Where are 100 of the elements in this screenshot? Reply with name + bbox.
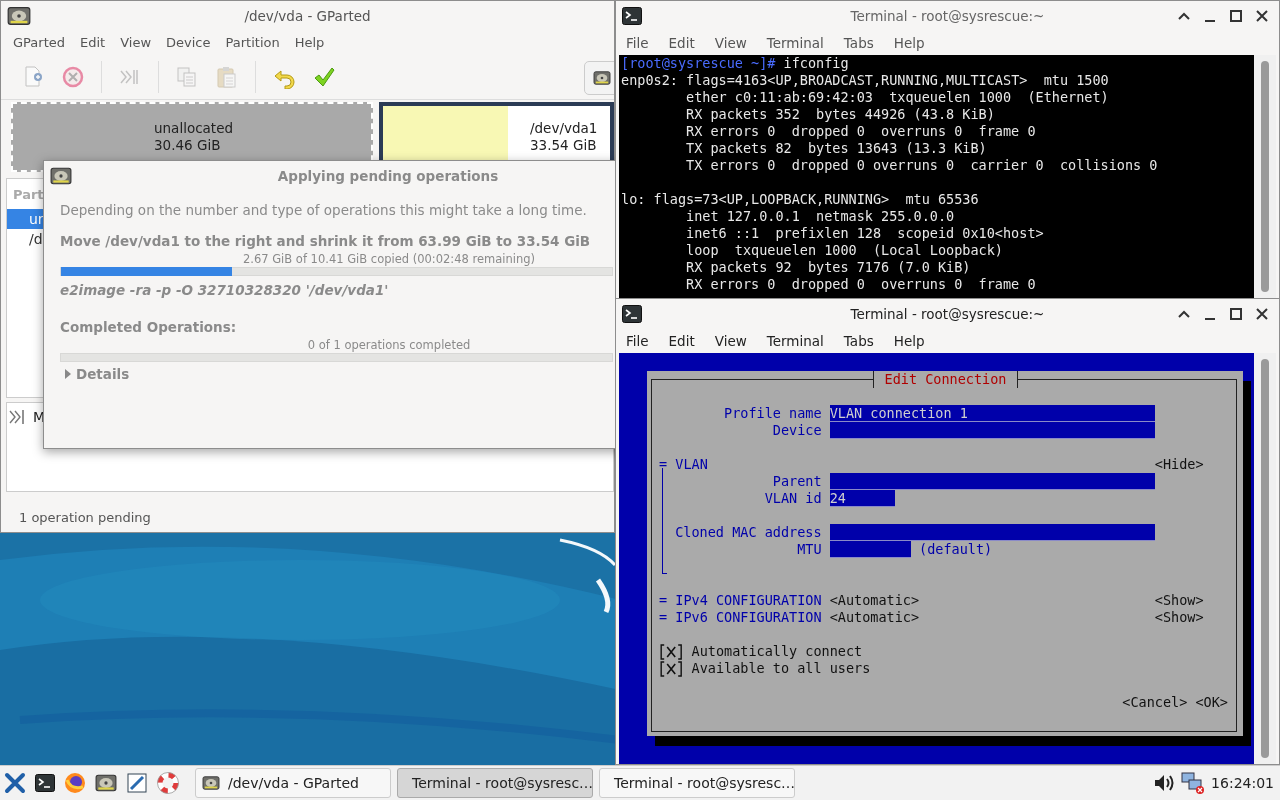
taskbar-button[interactable]: Terminal - root@sysresc… [599, 768, 795, 798]
terminal-line: ether c0:11:ab:69:42:03 txqueuelen 1000 (Ethernet) [686, 89, 1109, 105]
menu-item[interactable]: File [626, 333, 649, 349]
text-editor-icon[interactable] [126, 772, 148, 794]
window-title: Terminal - root@sysrescue:~ [850, 306, 1045, 322]
menu-item[interactable]: View [714, 35, 747, 51]
progress-text: 2.67 GiB of 10.41 GiB copied (00:02:48 remaining) [242, 252, 536, 266]
section-label: VLAN [675, 456, 709, 473]
app-icon [50, 166, 72, 186]
lifebuoy-icon[interactable] [157, 772, 179, 794]
block-size: 33.54 GiB [530, 137, 598, 154]
terminal-line: lo: flags=73<UP,LOOPBACK,RUNNING> mtu 65536 [621, 191, 979, 207]
menu-item[interactable]: Help [893, 333, 925, 349]
app-menu-icon[interactable] [4, 772, 26, 794]
command-text: e2image -ra -p -O 32710328320 '/dev/vda1' [60, 282, 389, 298]
terminal-line: RX errors 0 dropped 0 overruns 0 frame 0 [686, 276, 1036, 292]
taskbar-button[interactable]: /dev/vda - GParted [195, 768, 391, 798]
menu-item[interactable]: Edit [668, 35, 695, 51]
terminal-line: inet 127.0.0.1 netmask 255.0.0.0 [686, 208, 955, 224]
field-label: Profile name [723, 405, 822, 422]
menu-item[interactable]: Edit [80, 34, 106, 50]
text-field[interactable]: 24 [829, 490, 895, 507]
speaker-icon[interactable] [1153, 773, 1176, 793]
section-marker: = [659, 592, 669, 609]
terminal-icon [622, 305, 642, 323]
maximize-icon[interactable] [1229, 9, 1243, 23]
dialog-title: Edit Connection [873, 371, 1018, 388]
window-title: /dev/vda - GParted [244, 8, 371, 24]
taskbar-button[interactable]: Terminal - root@sysresc… [397, 768, 593, 798]
operation-text: Move /dev/vda1 to the right and shrink it from 63.99 GiB to 33.54 GiB [60, 233, 591, 249]
dialog-button[interactable]: <Cancel> [1122, 694, 1188, 711]
app-icon [7, 5, 31, 27]
scrollbar-thumb[interactable] [1261, 61, 1269, 292]
browser-icon[interactable] [64, 772, 86, 794]
close-icon[interactable] [1255, 9, 1269, 23]
terminal-line: TX packets 82 bytes 13643 (13.3 KiB) [686, 140, 987, 156]
progress-text: 0 of 1 operations completed [307, 338, 471, 352]
resize-move-icon [9, 407, 27, 427]
block-size: 30.46 GiB [154, 137, 222, 154]
menu-item[interactable]: Terminal [766, 35, 824, 51]
window-title: Terminal - root@sysrescue:~ [850, 8, 1045, 24]
section-marker: = [659, 456, 669, 473]
menu-item[interactable]: GParted [13, 34, 65, 50]
checkbox[interactable] [659, 660, 684, 677]
shell-prompt: [root@sysrescue ~]# [621, 55, 776, 71]
field-note: (default) [919, 541, 993, 558]
terminal-line: inet6 ::1 prefixlen 128 scopeid 0x10<host> [686, 225, 1044, 241]
dialog-button[interactable]: <OK> [1195, 694, 1228, 711]
section-marker: = [659, 609, 669, 626]
field-label: Parent [771, 473, 822, 490]
field-label: Cloned MAC address [674, 524, 822, 541]
block-label: unallocated [154, 120, 230, 137]
text-field[interactable] [829, 422, 1155, 439]
clock: 16:24:01 [1211, 775, 1274, 791]
text-field[interactable] [829, 541, 911, 558]
menu-item[interactable]: Tabs [843, 35, 874, 51]
menu-item[interactable]: Help [294, 34, 325, 50]
method-dropdown[interactable]: <Automatic> [829, 592, 1155, 609]
checkbox[interactable] [659, 643, 684, 660]
menu-item[interactable]: Tabs [843, 333, 874, 349]
field-label: Device [771, 422, 822, 439]
terminal-line: RX errors 0 dropped 0 overruns 0 frame 0 [686, 123, 1036, 139]
section-label: Completed Operations: [60, 319, 237, 335]
text-field[interactable]: VLAN connection 1 [829, 405, 1155, 422]
apply-icon[interactable] [312, 65, 336, 89]
menu-item[interactable]: File [626, 35, 649, 51]
section-label: IPv4 CONFIGURATION [675, 592, 823, 609]
text-field[interactable] [829, 524, 1155, 541]
device-button[interactable] [584, 61, 614, 95]
terminal-line: TX errors 0 dropped 0 overruns 0 carrier 0 collisions 0 [686, 157, 1158, 173]
checkbox-label: Automatically connect [691, 643, 863, 660]
hide-toggle[interactable]: <Hide> [1154, 456, 1204, 473]
status-text: 1 operation pending [19, 510, 151, 525]
method-dropdown[interactable]: <Automatic> [829, 609, 1155, 626]
menu-item[interactable]: Terminal [766, 333, 824, 349]
terminal-icon [622, 7, 642, 25]
field-label: MTU [796, 541, 822, 558]
network-icon[interactable] [1181, 772, 1206, 794]
scrollbar-thumb[interactable] [1261, 359, 1269, 758]
close-icon[interactable] [1255, 307, 1269, 321]
terminal-command: ifconfig [783, 55, 849, 71]
menu-item[interactable]: Help [893, 35, 925, 51]
caret-icon[interactable] [64, 368, 72, 380]
show-toggle[interactable]: <Show> [1154, 592, 1204, 609]
terminal-icon[interactable] [35, 774, 55, 792]
description-text: Depending on the number and type of operations this might take a long time. [60, 202, 587, 218]
menu-item[interactable]: Edit [668, 333, 695, 349]
terminal-line: loop txqueuelen 1000 (Local Loopback) [686, 242, 1003, 258]
menu-item[interactable]: Device [166, 34, 211, 50]
block-label: /dev/vda1 [530, 120, 599, 137]
terminal-line: RX packets 92 bytes 7176 (7.0 KiB) [686, 259, 971, 275]
menu-item[interactable]: Partition [225, 34, 280, 50]
menu-item[interactable]: View [714, 333, 747, 349]
text-field[interactable] [829, 473, 1155, 490]
checkbox-label: Available to all users [691, 660, 871, 677]
menu-item[interactable]: View [120, 34, 152, 50]
show-toggle[interactable]: <Show> [1154, 609, 1204, 626]
field-label: VLAN id [763, 490, 822, 507]
maximize-icon[interactable] [1229, 307, 1243, 321]
section-label: IPv6 CONFIGURATION [675, 609, 823, 626]
